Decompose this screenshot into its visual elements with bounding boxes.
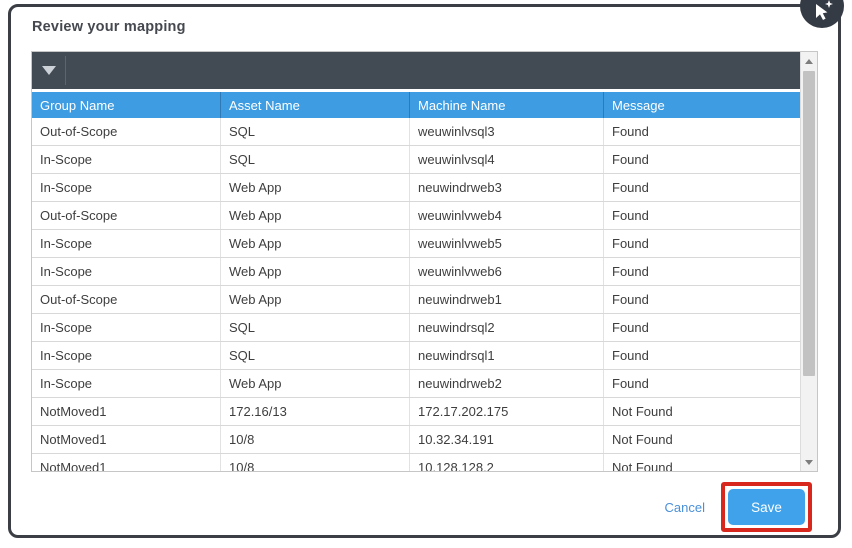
chevron-down-icon: [42, 66, 56, 75]
cell-message: Found: [604, 314, 800, 341]
save-button[interactable]: Save: [728, 489, 805, 525]
table-row[interactable]: In-ScopeSQLweuwinlvsql4Found: [32, 146, 800, 174]
cell-message: Found: [604, 370, 800, 397]
table-row[interactable]: Out-of-ScopeSQLweuwinlvsql3Found: [32, 118, 800, 146]
cell-asset: Web App: [221, 286, 410, 313]
cell-group: Out-of-Scope: [32, 118, 221, 145]
cell-message: Found: [604, 342, 800, 369]
table-toolbar: [32, 52, 800, 89]
cell-asset: SQL: [221, 342, 410, 369]
column-header-group-name[interactable]: Group Name: [32, 92, 221, 118]
review-mapping-dialog: Review your mapping Group Name Asset Nam…: [8, 4, 841, 538]
column-header-machine-name[interactable]: Machine Name: [410, 92, 604, 118]
cell-asset: Web App: [221, 258, 410, 285]
cell-machine: 10.128.128.2: [410, 454, 604, 471]
cell-message: Not Found: [604, 454, 800, 471]
dialog-footer: Cancel Save: [665, 482, 812, 532]
annotation-highlight-box: Save: [721, 482, 812, 532]
scrollbar-thumb[interactable]: [803, 71, 815, 376]
table-content: Group Name Asset Name Machine Name Messa…: [32, 52, 800, 471]
cell-group: NotMoved1: [32, 426, 221, 453]
dialog-title: Review your mapping: [32, 19, 186, 35]
cell-message: Not Found: [604, 398, 800, 425]
toolbar-separator: [65, 56, 66, 85]
cell-machine: weuwinlvweb6: [410, 258, 604, 285]
cursor-click-icon: [798, 0, 846, 30]
table-body: Out-of-ScopeSQLweuwinlvsql3FoundIn-Scope…: [32, 118, 800, 471]
table-row[interactable]: In-ScopeWeb Appneuwindrweb3Found: [32, 174, 800, 202]
table-row[interactable]: Out-of-ScopeWeb Appneuwindrweb1Found: [32, 286, 800, 314]
cell-message: Found: [604, 230, 800, 257]
cell-asset: 10/8: [221, 454, 410, 471]
cell-asset: 10/8: [221, 426, 410, 453]
table-row[interactable]: In-ScopeSQLneuwindrsql2Found: [32, 314, 800, 342]
column-header-message[interactable]: Message: [604, 92, 800, 118]
scroll-down-arrow-icon: [805, 460, 813, 465]
table-row[interactable]: Out-of-ScopeWeb Appweuwinlvweb4Found: [32, 202, 800, 230]
cell-asset: Web App: [221, 174, 410, 201]
cell-group: Out-of-Scope: [32, 286, 221, 313]
cell-group: In-Scope: [32, 370, 221, 397]
cell-group: In-Scope: [32, 258, 221, 285]
table-row[interactable]: In-ScopeWeb Appneuwindrweb2Found: [32, 370, 800, 398]
cell-message: Found: [604, 258, 800, 285]
toolbar-dropdown-button[interactable]: [32, 52, 65, 89]
scroll-up-button[interactable]: [801, 53, 817, 69]
cell-group: Out-of-Scope: [32, 202, 221, 229]
cell-message: Found: [604, 118, 800, 145]
cell-asset: SQL: [221, 146, 410, 173]
cell-machine: neuwindrsql2: [410, 314, 604, 341]
cell-group: In-Scope: [32, 146, 221, 173]
cell-asset: Web App: [221, 370, 410, 397]
mapping-table: Group Name Asset Name Machine Name Messa…: [31, 51, 818, 472]
cell-message: Found: [604, 202, 800, 229]
column-header-asset-name[interactable]: Asset Name: [221, 92, 410, 118]
table-header-row: Group Name Asset Name Machine Name Messa…: [32, 92, 800, 118]
table-row[interactable]: NotMoved110/810.32.34.191Not Found: [32, 426, 800, 454]
cell-machine: neuwindrweb2: [410, 370, 604, 397]
cell-group: NotMoved1: [32, 398, 221, 425]
table-row[interactable]: In-ScopeWeb Appweuwinlvweb5Found: [32, 230, 800, 258]
cell-machine: 172.17.202.175: [410, 398, 604, 425]
table-row[interactable]: NotMoved110/810.128.128.2Not Found: [32, 454, 800, 471]
cell-asset: Web App: [221, 230, 410, 257]
cancel-button[interactable]: Cancel: [665, 500, 705, 515]
cell-message: Not Found: [604, 426, 800, 453]
cell-message: Found: [604, 146, 800, 173]
cell-group: In-Scope: [32, 174, 221, 201]
cell-asset: 172.16/13: [221, 398, 410, 425]
cell-message: Found: [604, 174, 800, 201]
table-row[interactable]: In-ScopeWeb Appweuwinlvweb6Found: [32, 258, 800, 286]
cell-message: Found: [604, 286, 800, 313]
cell-machine: 10.32.34.191: [410, 426, 604, 453]
cell-machine: weuwinlvsql4: [410, 146, 604, 173]
cell-machine: neuwindrweb3: [410, 174, 604, 201]
cell-machine: neuwindrsql1: [410, 342, 604, 369]
cell-group: In-Scope: [32, 314, 221, 341]
cell-group: In-Scope: [32, 230, 221, 257]
cell-group: In-Scope: [32, 342, 221, 369]
table-row[interactable]: NotMoved1172.16/13172.17.202.175Not Foun…: [32, 398, 800, 426]
cell-asset: Web App: [221, 202, 410, 229]
cell-machine: weuwinlvweb5: [410, 230, 604, 257]
scroll-down-button[interactable]: [801, 454, 817, 470]
cell-asset: SQL: [221, 118, 410, 145]
cell-machine: weuwinlvsql3: [410, 118, 604, 145]
cell-group: NotMoved1: [32, 454, 221, 471]
table-row[interactable]: In-ScopeSQLneuwindrsql1Found: [32, 342, 800, 370]
vertical-scrollbar[interactable]: [800, 52, 817, 471]
cell-machine: weuwinlvweb4: [410, 202, 604, 229]
cell-asset: SQL: [221, 314, 410, 341]
scroll-up-arrow-icon: [805, 59, 813, 64]
cell-machine: neuwindrweb1: [410, 286, 604, 313]
